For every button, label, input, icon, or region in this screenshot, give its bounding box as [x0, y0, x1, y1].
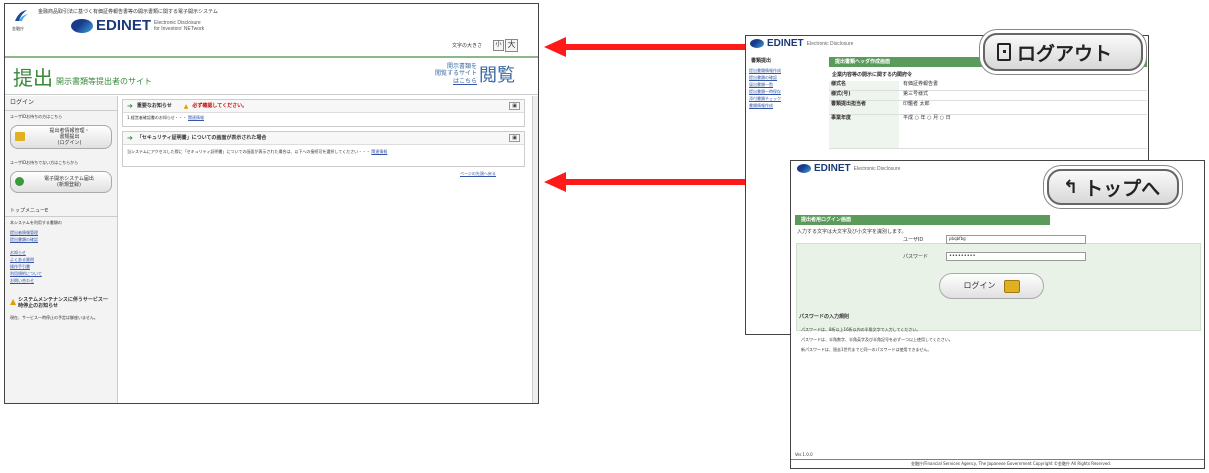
font-size-label: 文字の大きさ	[452, 43, 483, 49]
edinet-logo: EDINET Electronic Disclosure	[750, 38, 853, 49]
login-note: ユーザIDお持ちの方はこちら	[10, 113, 63, 119]
menu-item[interactable]: お知らせ	[10, 250, 112, 255]
notice-important-link[interactable]: 関連情報	[188, 115, 204, 120]
top-callout[interactable]: ↰ トップへ	[1047, 169, 1179, 205]
register-note: ユーザIDお持ちでない方はこちらから	[10, 159, 79, 165]
notice-important-title: 重要なお知らせ	[136, 102, 172, 109]
footer-divider	[791, 459, 1204, 460]
notice-security: ➜ 「セキュリティ証明書」についての画面が表示された場合 ▣ 当システムにアクセ…	[122, 131, 525, 167]
password-input[interactable]: •••••••••	[946, 252, 1086, 261]
form-row: 様式(号) 第三号様式	[829, 91, 1147, 101]
edinet-logo[interactable]: EDINET Electronic Disclosure for Investor…	[71, 17, 204, 34]
password-rules-heading: パスワードの入力規則	[799, 314, 850, 320]
form-row: 事業年度 平成 ○ 年 ○ 月 ○ 日	[829, 115, 1147, 149]
logout-icon	[997, 43, 1011, 61]
version-label: Ver.1.0.0	[795, 452, 813, 457]
register-button[interactable]: 電子開示システム届出 (新規登録)	[10, 170, 112, 193]
register-icon	[15, 177, 24, 186]
warning-icon: ▲	[10, 296, 17, 306]
sidebar: ログイン ユーザIDお持ちの方はこちら 提出者情報管理・ 書類提出 (ログイン) ユ…	[5, 96, 118, 403]
login-button[interactable]: 提出者情報管理・ 書類提出 (ログイン)	[10, 124, 112, 149]
login-instruction: 入力する文字は大文字及び小文字を識別します。	[797, 229, 907, 235]
logout-callout-label: ログアウト	[1017, 42, 1113, 65]
view-big: 閲覧	[479, 65, 516, 86]
menu-item[interactable]: 利用規約について	[10, 271, 112, 276]
side-heading: 書類提出	[751, 58, 772, 64]
warning-icon: ▲	[183, 102, 189, 110]
menu-desc: 本システムを利用する書類の	[10, 219, 62, 225]
edinet-swoosh-icon	[71, 18, 93, 33]
lock-icon	[15, 132, 25, 141]
maintenance-body: 現在、サービス一時停止の予定は御座いません。	[10, 315, 98, 321]
password-rule: パスワードは、半角数字、半角英字及び半角記号を必ず一つ以上使用してください。	[801, 337, 953, 342]
header-form-table: 様式名 有価証券報告書 様式(号) 第三号様式 書類提出担当者 印鑑者 太郎 事…	[829, 81, 1147, 149]
notice-security-link[interactable]: 関連情報	[371, 149, 387, 154]
notice-important-header: ➜ 重要なお知らせ ▲ 必ず確認してください。 ▣	[123, 100, 524, 113]
side-item[interactable]: 添付書類チェック	[749, 96, 827, 101]
menu-list: 提出者情報管理 提出書類の確認 お知らせ よくある質問 操作手引書 利用規約につ…	[5, 230, 117, 283]
menu-item[interactable]: 提出書類の確認	[10, 237, 112, 242]
arrow-right-icon: ➜	[127, 102, 133, 110]
maintenance-box: ▲ システムメンテナンスに伴うサービス一時停止のお知らせ	[10, 297, 112, 310]
side-item[interactable]: 提出書類の確認	[749, 75, 827, 80]
view-site-link[interactable]: 開示書類を 閲覧するサイト はこちら 閲覧	[435, 61, 515, 87]
side-item[interactable]: 提出書類一時保存	[749, 89, 827, 94]
title-divider	[5, 94, 538, 95]
system-title: 金融商品取引法に基づく有価証券報告書等の開示書類に関する電子開示システム	[38, 9, 218, 15]
collapse-icon[interactable]: ▣	[509, 134, 520, 142]
agency-label: 金融庁	[12, 26, 24, 31]
collapse-icon[interactable]: ▣	[509, 102, 520, 110]
side-item[interactable]: 書類情報作成	[749, 103, 827, 108]
page-top-link[interactable]: ページの先頭へ戻る	[460, 171, 496, 176]
site-title-rest: 開示書類等提出者のサイト	[56, 77, 152, 86]
font-large-button[interactable]: 大	[505, 39, 518, 52]
user-id-input[interactable]: pbqbfbg	[946, 235, 1086, 244]
left-screenshot: 金融庁 金融商品取引法に基づく有価証券報告書等の開示書類に関する電子開示システム…	[4, 3, 539, 404]
menu-item[interactable]: 操作手引書	[10, 264, 112, 269]
login-bar-title: 提出者用ログイン画面	[795, 215, 1050, 226]
password-label: パスワード	[903, 254, 929, 260]
notice-important-warning: 必ず確認してください。	[192, 102, 248, 109]
return-arrow-icon: ↰	[1063, 176, 1079, 198]
login-heading: ログイン	[5, 96, 117, 111]
login-submit-button[interactable]: ログイン	[939, 273, 1044, 299]
password-rules-list: パスワードは、8桁以上16桁以内の半角文字で入力してください。 パスワードは、半…	[801, 324, 953, 352]
edinet-logo: EDINET Electronic Disclosure	[797, 163, 900, 174]
arrow-right-icon: ➜	[127, 134, 133, 142]
arrow-head-icon	[544, 37, 566, 57]
fsa-logo	[13, 8, 29, 24]
notice-security-header: ➜ 「セキュリティ証明書」についての画面が表示された場合 ▣	[123, 132, 524, 145]
notice-security-body: 当システムにアクセスした際に「セキュリティ証明書」についての画面が表示された場合…	[127, 149, 388, 154]
arrow-head-icon	[544, 172, 566, 192]
maintenance-title: システムメンテナンスに伴うサービス一時停止のお知らせ	[18, 296, 108, 309]
copyright: 金融庁/Financial Services Agency, The Japan…	[911, 461, 1112, 466]
notice-security-title: 「セキュリティ証明書」についての画面が表示された場合	[136, 134, 267, 141]
menu-item[interactable]: お問い合わせ	[10, 278, 112, 283]
side-item[interactable]: 提出書類情報作成	[749, 68, 827, 73]
form-row: 様式名 有価証券報告書	[829, 81, 1147, 91]
edinet-swoosh-icon	[797, 164, 811, 173]
user-id-label: ユーザID	[903, 237, 924, 243]
lock-icon	[1003, 279, 1020, 293]
form-row: 書類提出担当者 印鑑者 太郎	[829, 101, 1147, 115]
password-rule: パスワードは、8桁以上16桁以内の半角文字で入力してください。	[801, 327, 921, 332]
menu-item[interactable]: よくある質問	[10, 257, 112, 262]
notice-important: ➜ 重要なお知らせ ▲ 必ず確認してください。 ▣ 1.経営者確認書のお知らせ・…	[122, 99, 525, 127]
logout-callout[interactable]: ログアウト	[983, 33, 1143, 71]
scrollbar[interactable]	[532, 96, 538, 403]
right-bottom-screenshot: EDINET Electronic Disclosure 提出者用ログイン画面 …	[790, 160, 1205, 469]
password-rule: 新パスワードは、過去1世代までと同一のパスワードは使用できません。	[801, 347, 932, 352]
top-callout-label: トップへ	[1084, 177, 1161, 200]
menu-item[interactable]: 提出者情報管理	[10, 230, 112, 235]
form-title: 企業内容等の開示に関する内閣府令	[832, 72, 913, 78]
site-title: 提出 開示書類等提出者のサイト	[13, 62, 152, 91]
notice-important-body: 1.経営者確認書のお知らせ・・・ 関連情報	[127, 115, 205, 120]
font-small-button[interactable]: 小	[493, 40, 504, 51]
side-item[interactable]: 届出書類一覧	[749, 82, 827, 87]
menu-heading: トップメニューE	[5, 196, 117, 217]
header-divider	[5, 56, 538, 58]
site-title-big: 提出	[13, 66, 53, 90]
edinet-swoosh-icon	[750, 39, 764, 48]
